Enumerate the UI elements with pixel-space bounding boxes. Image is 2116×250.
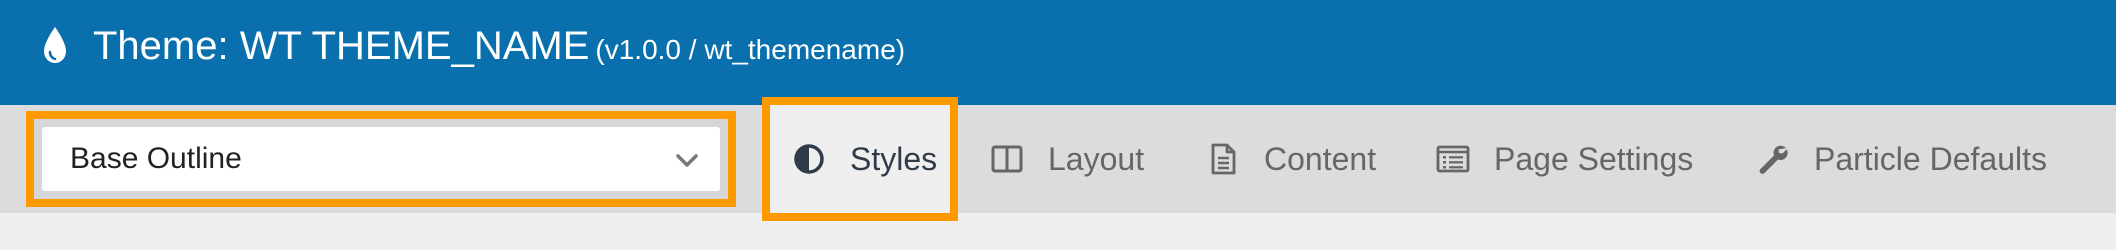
- navigation-toolbar: Base Outline Styles Layout Content Page …: [0, 97, 2116, 221]
- theme-title: Theme: WT THEME_NAME: [93, 24, 590, 68]
- tab-content-label: Content: [1264, 140, 1377, 177]
- tab-page-settings-label: Page Settings: [1494, 140, 1694, 177]
- tab-page-settings[interactable]: Page Settings: [1436, 105, 1693, 213]
- outline-select-value: Base Outline: [70, 142, 242, 175]
- contrast-icon: [794, 144, 824, 174]
- tab-particle-defaults[interactable]: Particle Defaults: [1756, 105, 2047, 213]
- tab-particle-defaults-label: Particle Defaults: [1814, 140, 2047, 177]
- list-window-icon: [1436, 145, 1470, 173]
- page-title: Theme: WT THEME_NAME (v1.0.0 / wt_themena…: [93, 20, 905, 76]
- outline-select[interactable]: Base Outline: [42, 127, 720, 191]
- columns-icon: [991, 145, 1023, 173]
- theme-version: (v1.0.0 / wt_themename): [595, 34, 906, 65]
- outline-select-highlight: Base Outline: [26, 111, 736, 207]
- tab-styles-label: Styles: [850, 140, 938, 177]
- wrench-icon: [1759, 145, 1788, 174]
- tab-content[interactable]: Content: [1206, 105, 1376, 213]
- tab-styles[interactable]: Styles: [762, 97, 958, 221]
- theme-header: Theme: WT THEME_NAME (v1.0.0 / wt_themena…: [0, 0, 2116, 105]
- tab-layout-label: Layout: [1048, 140, 1145, 177]
- chevron-down-icon: [676, 154, 698, 167]
- document-icon: [1211, 143, 1236, 175]
- tab-layout[interactable]: Layout: [990, 105, 1144, 213]
- water-drop-icon: [44, 27, 66, 63]
